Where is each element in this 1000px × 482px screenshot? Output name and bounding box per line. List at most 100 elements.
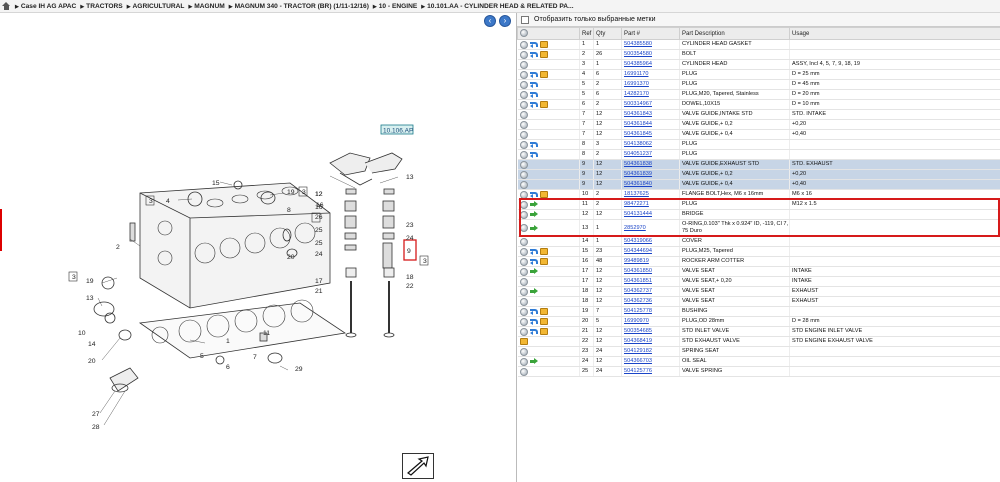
package-icon[interactable] xyxy=(539,41,548,48)
forward-arrow-icon[interactable] xyxy=(529,224,538,232)
part-number-link[interactable]: 16990970 xyxy=(621,316,680,327)
replace-arrow-icon[interactable] xyxy=(529,71,538,78)
column-header-qty[interactable]: Qty xyxy=(593,27,622,40)
package-icon[interactable] xyxy=(539,101,548,108)
part-number-link[interactable]: 504361844 xyxy=(621,119,680,130)
table-row[interactable]: 9 12 504361838 VALVE GUIDE,EXHAUST STD STD. … xyxy=(517,159,1000,170)
select-circle-icon[interactable] xyxy=(519,297,528,306)
part-number-link[interactable]: 504361845 xyxy=(621,129,680,140)
part-number-link[interactable]: 18137625 xyxy=(621,189,680,200)
select-circle-icon[interactable] xyxy=(519,307,528,316)
part-number-link[interactable]: 2852970 xyxy=(621,219,680,237)
column-header-icons[interactable] xyxy=(517,27,580,40)
part-number-link[interactable]: 504344694 xyxy=(621,246,680,257)
select-circle-icon[interactable] xyxy=(519,180,528,189)
table-row[interactable]: 9 12 504361840 VALVE GUIDE,+ 0,4 +0,40 xyxy=(517,179,1000,190)
part-number-link[interactable]: 504361850 xyxy=(621,266,680,277)
part-number-link[interactable]: 16991370 xyxy=(621,79,680,90)
package-icon[interactable] xyxy=(539,318,548,325)
table-row[interactable]: 25 24 504125776 VALVE SPRING xyxy=(517,366,1000,377)
select-circle-icon[interactable] xyxy=(519,70,528,79)
part-number-link[interactable]: 504131444 xyxy=(621,209,680,220)
breadcrumb-item[interactable]: ▶ Case IH AG APAC xyxy=(15,3,76,10)
forward-arrow-icon[interactable] xyxy=(529,268,538,275)
settings-circle-icon[interactable] xyxy=(520,28,528,37)
replace-arrow-icon[interactable] xyxy=(529,81,538,88)
breadcrumb-item[interactable]: ▶ 10.101.AA - CYLINDER HEAD & RELATED PA.… xyxy=(421,3,573,10)
forward-arrow-icon[interactable] xyxy=(529,211,538,218)
part-number-link[interactable]: 500314967 xyxy=(621,99,680,110)
breadcrumb-item[interactable]: ▶ MAGNUM 340 - TRACTOR (BR) (1/11-12/16) xyxy=(229,3,369,10)
select-circle-icon[interactable] xyxy=(519,130,528,139)
show-selected-only-checkbox[interactable] xyxy=(521,15,529,24)
select-circle-icon[interactable] xyxy=(519,110,528,119)
part-number-link[interactable]: 504361851 xyxy=(621,276,680,287)
table-row[interactable]: 1 1 504385580 CYLINDER HEAD GASKET xyxy=(517,39,1000,50)
select-circle-icon[interactable] xyxy=(519,50,528,59)
table-row[interactable]: 5 2 16991370 PLUG D = 45 mm xyxy=(517,79,1000,90)
replace-arrow-icon[interactable] xyxy=(529,308,538,315)
replace-arrow-icon[interactable] xyxy=(529,91,538,98)
table-row[interactable]: 14 1 504319066 COVER xyxy=(517,236,1000,247)
select-circle-icon[interactable] xyxy=(519,257,528,266)
package-icon[interactable] xyxy=(539,258,548,265)
part-number-link[interactable]: 504366703 xyxy=(621,356,680,367)
table-row[interactable]: 8 3 504138062 PLUG xyxy=(517,139,1000,150)
part-number-link[interactable]: 504385964 xyxy=(621,59,680,70)
table-row[interactable]: 12 12 504131444 BRIDGE xyxy=(517,209,1000,220)
replace-arrow-icon[interactable] xyxy=(529,318,538,325)
select-circle-icon[interactable] xyxy=(519,170,528,179)
home-icon[interactable] xyxy=(2,1,11,11)
select-circle-icon[interactable] xyxy=(519,347,528,356)
select-circle-icon[interactable] xyxy=(519,277,528,286)
table-row[interactable]: 5 6 14282170 PLUG,M20, Tapered, Stainless D … xyxy=(517,89,1000,100)
column-header-ref[interactable]: Ref xyxy=(579,27,594,40)
select-circle-icon[interactable] xyxy=(519,60,528,69)
package-icon[interactable] xyxy=(539,51,548,58)
select-circle-icon[interactable] xyxy=(519,367,528,376)
table-row[interactable]: 16 48 99489819 ROCKER ARM COTTER xyxy=(517,256,1000,267)
package-icon[interactable] xyxy=(539,308,548,315)
replace-arrow-icon[interactable] xyxy=(529,51,538,58)
select-circle-icon[interactable] xyxy=(519,150,528,159)
part-number-link[interactable]: 504125778 xyxy=(621,306,680,317)
package-icon[interactable] xyxy=(519,338,528,345)
part-number-link[interactable]: 504385580 xyxy=(621,39,680,50)
column-header-part[interactable]: Part # xyxy=(621,27,680,40)
replace-arrow-icon[interactable] xyxy=(529,41,538,48)
part-number-link[interactable]: 98472271 xyxy=(621,199,680,210)
table-row[interactable]: 10 2 18137625 FLANGE BOLT,Hex, M6 x 16mm M6 … xyxy=(517,189,1000,200)
breadcrumb-item[interactable]: ▶ MAGNUM xyxy=(188,3,224,10)
table-row[interactable]: 3 1 504385964 CYLINDER HEAD ASSY, Incl 4, 5,… xyxy=(517,59,1000,70)
table-row[interactable]: 7 12 504361844 VALVE GUIDE,+ 0,2 +0,20 xyxy=(517,119,1000,130)
select-circle-icon[interactable] xyxy=(519,120,528,129)
forward-arrow-icon[interactable] xyxy=(529,358,538,365)
table-row[interactable]: 7 12 504361843 VALVE GUIDE,INTAKE STD STD. I… xyxy=(517,109,1000,120)
part-number-link[interactable]: 504361839 xyxy=(621,169,680,180)
part-number-link[interactable]: 504361840 xyxy=(621,179,680,190)
table-row[interactable]: 23 24 504129182 SPRING SEAT xyxy=(517,346,1000,357)
select-circle-icon[interactable] xyxy=(519,287,528,296)
replace-arrow-icon[interactable] xyxy=(529,258,538,265)
replace-arrow-icon[interactable] xyxy=(529,328,538,335)
select-circle-icon[interactable] xyxy=(519,210,528,219)
select-circle-icon[interactable] xyxy=(519,237,528,246)
select-circle-icon[interactable] xyxy=(519,247,528,256)
table-row[interactable]: 13 1 2852970 O-RING,0.103" Thk x 0.924" ID,… xyxy=(517,219,1000,237)
drawing-corner-arrow-icon[interactable] xyxy=(402,453,434,479)
breadcrumb-item[interactable]: ▶ AGRICULTURAL xyxy=(127,3,185,10)
select-circle-icon[interactable] xyxy=(519,90,528,99)
select-circle-icon[interactable] xyxy=(519,327,528,336)
replace-arrow-icon[interactable] xyxy=(529,191,538,198)
part-number-link[interactable]: 504125776 xyxy=(621,366,680,377)
column-header-description[interactable]: Part Description xyxy=(679,27,790,40)
part-number-link[interactable]: 504138062 xyxy=(621,139,680,150)
select-circle-icon[interactable] xyxy=(519,267,528,276)
replace-arrow-icon[interactable] xyxy=(529,248,538,255)
select-circle-icon[interactable] xyxy=(519,80,528,89)
package-icon[interactable] xyxy=(539,71,548,78)
replace-arrow-icon[interactable] xyxy=(529,151,538,158)
table-row[interactable]: 15 23 504344694 PLUG,M25, Tapered xyxy=(517,246,1000,257)
table-row[interactable]: 17 12 504361850 VALVE SEAT INTAKE xyxy=(517,266,1000,277)
replace-arrow-icon[interactable] xyxy=(529,101,538,108)
